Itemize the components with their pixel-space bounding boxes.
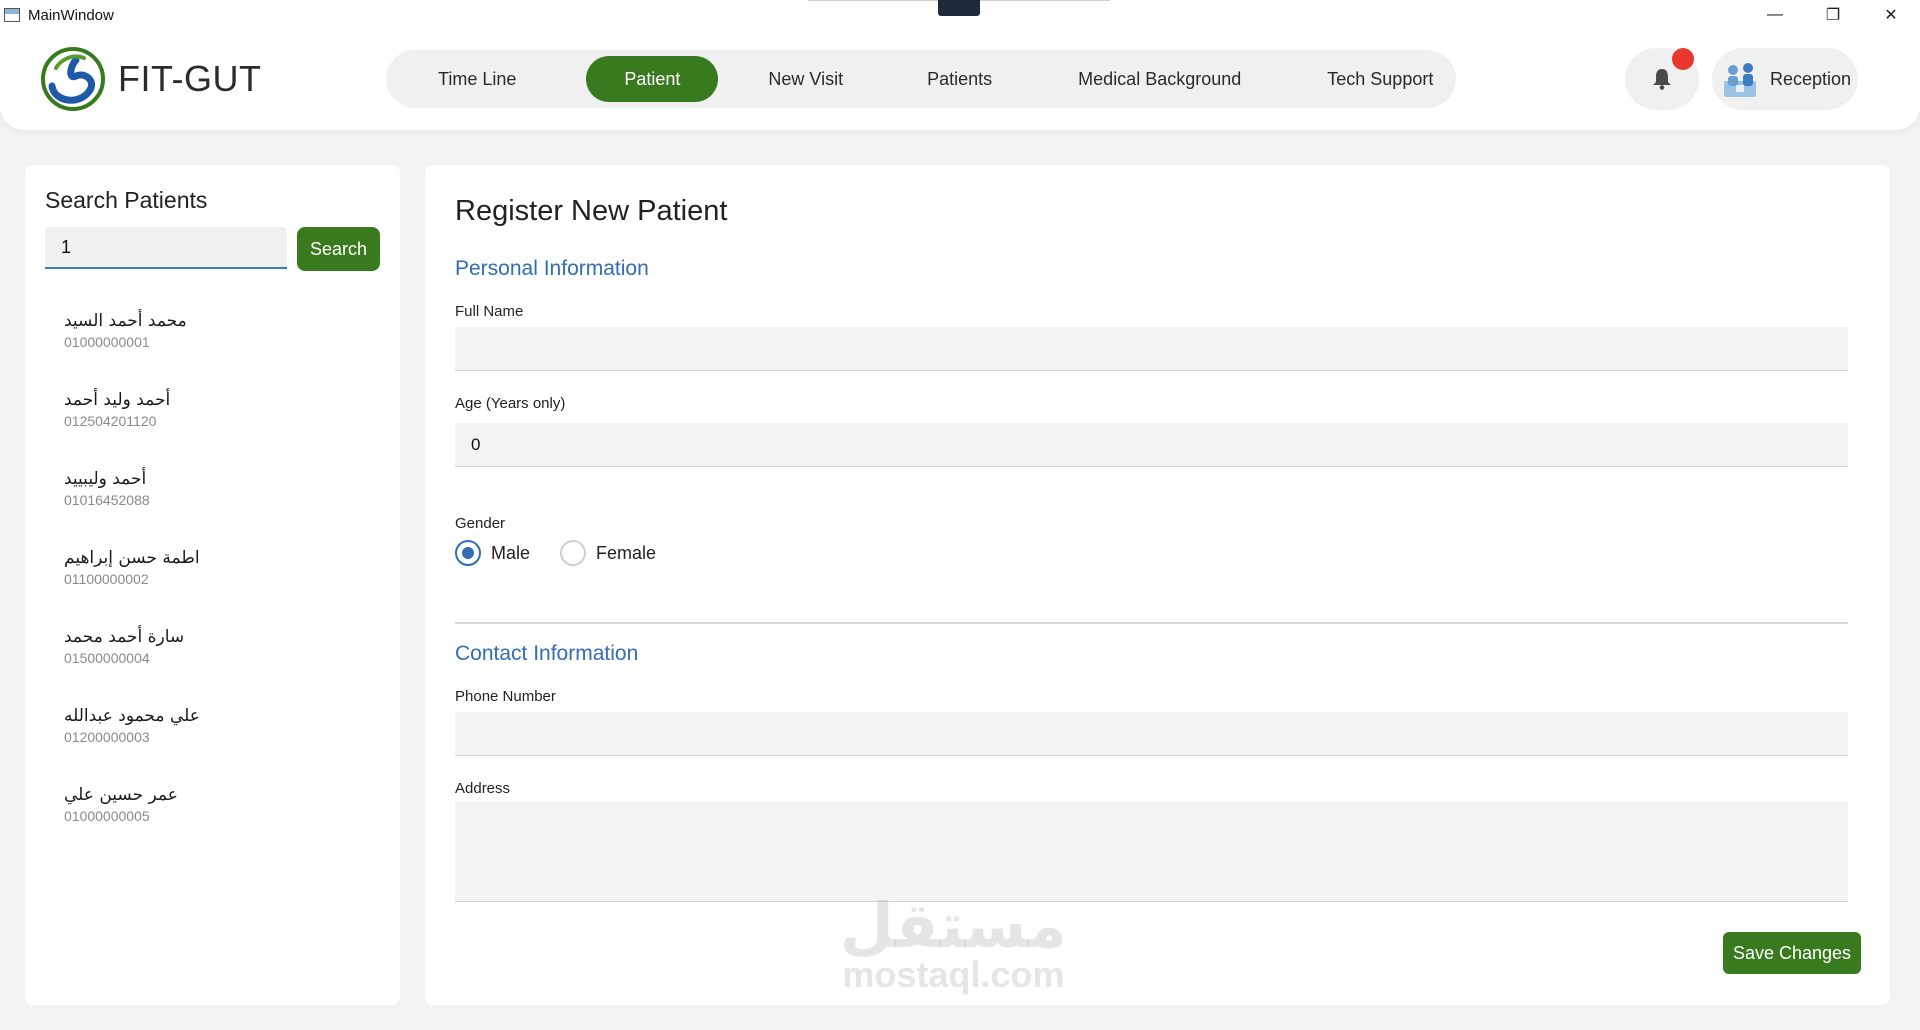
section-divider xyxy=(455,622,1848,624)
address-label: Address xyxy=(455,780,511,797)
nav-item-tech-support[interactable]: Tech Support xyxy=(1315,56,1445,102)
patient-list-item[interactable]: عمر حسين علي 01000000005 xyxy=(64,785,384,864)
search-panel: Search Patients Search محمد أحمد السيد 0… xyxy=(25,165,400,1005)
full-name-label: Full Name xyxy=(455,303,524,320)
save-changes-button[interactable]: Save Changes xyxy=(1723,932,1861,974)
personal-info-heading: Personal Information xyxy=(455,257,649,280)
patient-name: علي محمود عبدالله xyxy=(64,706,200,726)
patient-name: اطمة حسن إبراهيم xyxy=(64,548,200,568)
patient-name: محمد أحمد السيد xyxy=(64,311,187,331)
patient-search-results: محمد أحمد السيد 01000000001 أحمد وليد أح… xyxy=(64,311,384,864)
gender-male-label[interactable]: Male xyxy=(491,543,530,564)
patient-phone: 01000000005 xyxy=(64,808,150,824)
window-titlebar: MainWindow — ❐ ✕ xyxy=(0,0,1920,30)
gender-radio-group: Male Female xyxy=(455,540,686,566)
patient-phone: 01500000004 xyxy=(64,650,150,666)
main-nav: Time Line Patient New Visit Patients Med… xyxy=(386,50,1456,108)
bell-icon xyxy=(1653,69,1671,90)
gender-label: Gender xyxy=(455,515,506,532)
phone-number-field[interactable] xyxy=(455,712,1848,756)
gender-male-radio[interactable] xyxy=(455,540,481,566)
search-button[interactable]: Search xyxy=(297,227,380,271)
patient-phone: 01200000003 xyxy=(64,729,150,745)
nav-item-patient[interactable]: Patient xyxy=(586,56,719,102)
brand-name: FIT-GUT xyxy=(118,58,262,99)
patient-list-item[interactable]: سارة أحمد محمد 01500000004 xyxy=(64,627,384,706)
register-patient-form: Register New Patient Personal Informatio… xyxy=(425,165,1890,1005)
patient-list-item[interactable]: علي محمود عبدالله 01200000003 xyxy=(64,706,384,785)
patient-list-item[interactable]: أحمد وليبييد 01016452088 xyxy=(64,469,384,548)
full-name-field[interactable] xyxy=(455,327,1848,371)
user-role-label: Reception xyxy=(1770,68,1852,89)
patient-phone: 012504201120 xyxy=(64,413,157,429)
window-controls: — ❐ ✕ xyxy=(1746,0,1920,30)
address-field[interactable] xyxy=(455,802,1848,902)
app-header: FIT-GUT Time Line Patient New Visit Pati… xyxy=(0,30,1920,130)
patient-list-item[interactable]: أحمد وليد أحمد 012504201120 xyxy=(64,390,384,469)
patient-name: أحمد وليد أحمد xyxy=(64,390,171,410)
form-title: Register New Patient xyxy=(455,195,728,227)
nav-item-medical-background[interactable]: Medical Background xyxy=(1066,56,1253,102)
patient-name: عمر حسين علي xyxy=(64,785,178,805)
user-role-button[interactable]: Reception xyxy=(1712,48,1858,110)
patient-phone: 01000000001 xyxy=(64,334,150,350)
search-panel-title: Search Patients xyxy=(45,187,208,213)
app-window-icon xyxy=(4,8,20,22)
contact-info-heading: Contact Information xyxy=(455,642,639,665)
gender-female-radio[interactable] xyxy=(560,540,587,566)
phone-number-label: Phone Number xyxy=(455,688,556,705)
window-title: MainWindow xyxy=(28,6,114,24)
patient-phone: 01100000002 xyxy=(64,571,149,587)
snap-handle[interactable] xyxy=(938,0,980,16)
patient-phone: 01016452088 xyxy=(64,492,150,508)
nav-item-new-visit[interactable]: New Visit xyxy=(756,56,855,102)
minimize-button[interactable]: — xyxy=(1746,0,1804,30)
nav-item-time-line[interactable]: Time Line xyxy=(426,56,528,102)
maximize-button[interactable]: ❐ xyxy=(1804,0,1862,30)
age-field[interactable] xyxy=(455,423,1848,467)
age-label: Age (Years only) xyxy=(455,395,566,412)
notification-badge xyxy=(1672,48,1694,70)
patient-list-item[interactable]: محمد أحمد السيد 01000000001 xyxy=(64,311,384,390)
patient-search-input[interactable] xyxy=(45,227,287,269)
gender-female-label[interactable]: Female xyxy=(596,543,656,564)
patient-name: أحمد وليبييد xyxy=(64,469,147,489)
reception-user-icon xyxy=(1724,63,1756,97)
patient-name: سارة أحمد محمد xyxy=(64,627,185,647)
patient-list-item[interactable]: اطمة حسن إبراهيم 01100000002 xyxy=(64,548,384,627)
nav-item-patients[interactable]: Patients xyxy=(915,56,1004,102)
close-button[interactable]: ✕ xyxy=(1862,0,1920,30)
fit-gut-logo-icon xyxy=(41,47,105,111)
